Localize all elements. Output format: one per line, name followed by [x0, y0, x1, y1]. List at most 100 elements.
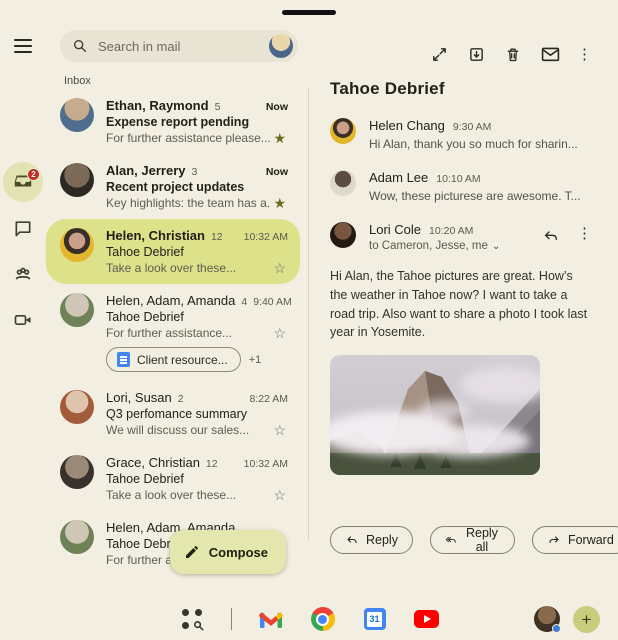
email-time: Now — [260, 166, 288, 178]
pane-divider — [308, 88, 309, 540]
taskbar-profile-avatar[interactable] — [534, 606, 560, 632]
archive-icon[interactable] — [466, 44, 486, 64]
email-senders: Helen, Christian — [106, 228, 205, 243]
delete-icon[interactable] — [503, 44, 523, 64]
reply-icon — [345, 534, 359, 546]
attachment-chip[interactable]: Client resource... — [106, 347, 241, 372]
message-snippet: Hi Alan, thank you so much for sharin... — [369, 137, 578, 151]
conversation-toolbar: ⋮ — [330, 0, 592, 64]
email-time: 10:32 AM — [238, 231, 288, 243]
reply-icon[interactable] — [541, 226, 561, 246]
avatar — [330, 170, 356, 196]
avatar — [60, 228, 94, 262]
avatar — [60, 520, 94, 554]
email-senders: Helen, Adam, Amanda — [106, 293, 235, 308]
search-placeholder: Search in mail — [98, 39, 269, 54]
notification-dot — [552, 624, 561, 633]
avatar — [60, 163, 94, 197]
message-sender: Adam Lee — [369, 170, 428, 185]
avatar — [60, 293, 94, 327]
reply-all-label: Reply all — [464, 526, 500, 554]
email-time: 8:22 AM — [243, 393, 288, 405]
avatar — [60, 455, 94, 489]
rail-item-chat[interactable] — [3, 208, 43, 248]
email-snippet: We will discuss our sales... — [106, 423, 271, 437]
yosemite-photo[interactable] — [330, 355, 540, 475]
star-icon[interactable]: ☆ — [271, 261, 288, 275]
star-icon[interactable]: ☆ — [271, 326, 288, 340]
recipients-toggle[interactable]: to Cameron, Jesse, me⌄ — [369, 240, 500, 252]
message-more-icon[interactable]: ⋮ — [577, 226, 592, 241]
reply-button[interactable]: Reply — [330, 526, 413, 554]
conversation-pane: ⋮ Tahoe Debrief Helen Chang9:30 AM Hi Al… — [308, 0, 618, 598]
mark-unread-icon[interactable] — [540, 44, 560, 64]
message-time: 10:20 AM — [429, 225, 473, 237]
open-in-full-icon[interactable] — [429, 44, 449, 64]
forward-button[interactable]: Forward — [532, 526, 618, 554]
unread-badge: 2 — [27, 168, 40, 181]
email-subject: Q3 perfomance summary — [106, 407, 288, 421]
google-doc-icon — [117, 352, 130, 367]
email-count: 3 — [192, 166, 198, 178]
reply-label: Reply — [366, 533, 398, 547]
email-subject: Tahoe Debrief — [106, 472, 288, 486]
taskbar-add-button[interactable]: + — [573, 606, 600, 633]
star-icon[interactable]: ☆ — [271, 488, 288, 502]
reply-all-button[interactable]: Reply all — [430, 526, 515, 554]
email-senders: Ethan, Raymond — [106, 98, 209, 113]
message-time: 10:10 AM — [436, 173, 480, 185]
thread-title: Tahoe Debrief — [330, 79, 592, 99]
rail-item-spaces[interactable] — [3, 254, 43, 294]
avatar — [60, 98, 94, 132]
youtube-app-icon[interactable] — [414, 606, 440, 632]
email-subject: Expense report pending — [106, 115, 288, 129]
email-snippet: Take a look over these... — [106, 261, 271, 275]
gmail-app-window: 2 Search in mail Inbox — [0, 0, 618, 640]
account-avatar[interactable] — [269, 34, 293, 58]
email-list-item[interactable]: Alan, Jerrery3Now Recent project updates… — [46, 154, 300, 219]
star-icon[interactable]: ☆ — [271, 423, 288, 437]
rail-item-meet[interactable] — [3, 300, 43, 340]
taskbar: 31 + — [0, 598, 618, 640]
chrome-app-icon[interactable] — [310, 606, 336, 632]
avatar — [60, 390, 94, 424]
email-list-item[interactable]: Ethan, Raymond5Now Expense report pendin… — [46, 89, 300, 154]
avatar — [330, 222, 356, 248]
email-subject: Tahoe Debrief — [106, 245, 288, 259]
email-list-item[interactable]: Lori, Susan28:22 AM Q3 perfomance summar… — [46, 381, 300, 446]
email-list-item-selected[interactable]: Helen, Christian 12 10:32 AM Tahoe Debrief… — [46, 219, 300, 284]
star-icon[interactable]: ★ — [271, 196, 288, 210]
search-icon — [72, 38, 88, 54]
calendar-day: 31 — [367, 612, 382, 627]
more-options-icon[interactable]: ⋮ — [577, 44, 592, 64]
email-list: Ethan, Raymond5Now Expense report pendin… — [46, 89, 308, 576]
email-time: 9:40 AM — [247, 296, 292, 308]
rail-item-mail[interactable]: 2 — [3, 162, 43, 202]
email-subject: Recent project updates — [106, 180, 288, 194]
email-time: Now — [260, 101, 288, 113]
forward-icon — [547, 534, 561, 546]
app-drawer-icon[interactable] — [179, 606, 205, 632]
gmail-app-icon[interactable] — [258, 606, 284, 632]
email-list-item[interactable]: Grace, Christian1210:32 AM Tahoe Debrief… — [46, 446, 300, 511]
message-sender: Lori Cole — [369, 222, 421, 237]
search-input[interactable]: Search in mail — [60, 30, 298, 62]
email-senders: Grace, Christian — [106, 455, 200, 470]
menu-icon[interactable] — [11, 34, 35, 58]
taskbar-divider — [231, 608, 232, 630]
email-count: 12 — [211, 231, 223, 243]
groups-icon — [12, 263, 34, 285]
email-senders: Lori, Susan — [106, 390, 172, 405]
calendar-app-icon[interactable]: 31 — [362, 606, 388, 632]
email-list-item[interactable]: Helen, Adam, Amanda49:40 AM Tahoe Debrie… — [46, 284, 300, 381]
message-collapsed[interactable]: Helen Chang9:30 AM Hi Alan, thank you so… — [330, 118, 592, 151]
nav-rail: 2 — [0, 0, 46, 598]
compose-label: Compose — [209, 545, 268, 560]
message-expanded: Lori Cole 10:20 AM to Cameron, Jesse, me⌄… — [330, 222, 592, 252]
thread-actions: Reply Reply all Forward — [330, 526, 618, 554]
compose-button[interactable]: Compose — [170, 530, 286, 574]
message-time: 9:30 AM — [453, 121, 492, 133]
message-collapsed[interactable]: Adam Lee10:10 AM Wow, these picturese ar… — [330, 170, 592, 203]
email-list-pane: Search in mail Inbox Ethan, Raymond5Now … — [46, 0, 308, 598]
star-icon[interactable]: ★ — [271, 131, 288, 145]
